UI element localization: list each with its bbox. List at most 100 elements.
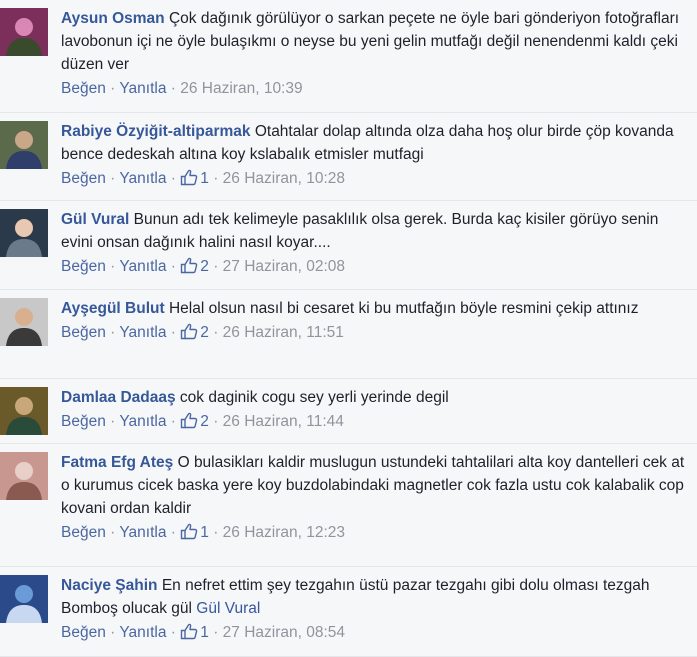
reply-button[interactable]: Yanıtla [119,80,166,97]
like-count[interactable]: 2 [180,323,209,341]
comment-text: Bunun adı tek kelimeyle pasaklılık olsa … [61,211,659,251]
like-count-number: 2 [200,413,209,430]
reply-button[interactable]: Yanıtla [119,624,166,641]
comment-item: Gül Vural Bunun adı tek kelimeyle pasakl… [0,201,697,290]
reply-button[interactable]: Yanıtla [119,413,166,430]
comment-author-link[interactable]: Gül Vural [61,211,129,228]
comment-content: Aysun Osman Çok dağınık görülüyor o sark… [61,7,691,76]
comment-timestamp[interactable]: 26 Haziran, 12:23 [223,524,345,541]
separator-dot: · [213,413,219,430]
comment-content: Fatma Efg Ateş O bulasikları kaldir musl… [61,451,691,520]
separator-dot: · [110,524,116,541]
like-button[interactable]: Beğen [61,258,106,275]
comment-body: Gül Vural Bunun adı tek kelimeyle pasakl… [61,208,691,281]
like-button[interactable]: Beğen [61,624,106,641]
comment-body: Aysun Osman Çok dağınık görülüyor o sark… [61,7,691,100]
comment-author-link[interactable]: Rabiye Özyiğit-altiparmak [61,123,251,140]
avatar[interactable] [0,298,48,346]
avatar[interactable] [0,209,48,257]
comment-body: Rabiye Özyiğit-altiparmak Otahtalar dola… [61,120,691,193]
comment-text: Helal olsun nasıl bi cesaret ki bu mutfa… [168,300,639,317]
separator-dot: · [170,324,176,341]
separator-dot: · [213,258,219,275]
like-count-number: 1 [200,624,209,641]
comment-timestamp[interactable]: 27 Haziran, 08:54 [223,624,345,641]
separator-dot: · [110,624,116,641]
comment-meta: Beğen · Yanıtla · 26 Haziran, 10:39 [61,77,691,100]
thumbs-up-icon [180,257,198,281]
avatar[interactable] [0,121,48,169]
comment-author-link[interactable]: Damlaa Dadaaş [61,389,176,406]
separator-dot: · [213,170,219,187]
comment-body: Fatma Efg Ateş O bulasikları kaldir musl… [61,451,691,547]
like-count[interactable]: 1 [180,623,209,641]
separator-dot: · [170,170,176,187]
comment-meta: Beğen · Yanıtla · 2 · 26 Haziran, 11:51 [61,321,691,347]
comment-meta: Beğen · Yanıtla · 1 · 26 Haziran, 10:28 [61,167,691,193]
thumbs-up-icon [180,623,198,647]
comment-body: Ayşegül Bulut Helal olsun nasıl bi cesar… [61,297,691,347]
comment-body: Damlaa Dadaaş cok daginik cogu sey yerli… [61,386,691,436]
separator-dot: · [213,324,219,341]
like-count[interactable]: 2 [180,412,209,430]
comment-author-link[interactable]: Naciye Şahin [61,577,158,594]
comment-timestamp[interactable]: 26 Haziran, 10:28 [223,170,345,187]
comment-timestamp[interactable]: 26 Haziran, 10:39 [180,80,302,97]
comment-item: Naciye Şahin En nefret ettim şey tezgahı… [0,567,697,657]
reply-button[interactable]: Yanıtla [119,258,166,275]
like-button[interactable]: Beğen [61,413,106,430]
comment-timestamp[interactable]: 26 Haziran, 11:44 [223,413,344,430]
comment-author-link[interactable]: Ayşegül Bulut [61,300,165,317]
comment-meta: Beğen · Yanıtla · 2 · 26 Haziran, 11:44 [61,410,691,436]
separator-dot: · [213,524,219,541]
comment-meta: Beğen · Yanıtla · 1 · 26 Haziran, 12:23 [61,521,691,547]
separator-dot: · [110,170,116,187]
like-button[interactable]: Beğen [61,170,106,187]
comment-content: Naciye Şahin En nefret ettim şey tezgahı… [61,574,691,620]
reply-button[interactable]: Yanıtla [119,524,166,541]
separator-dot: · [170,413,176,430]
comment-author-link[interactable]: Aysun Osman [61,10,165,27]
separator-dot: · [170,624,176,641]
comment-text: cok daginik cogu sey yerli yerinde degil [179,389,449,406]
comment-content: Ayşegül Bulut Helal olsun nasıl bi cesar… [61,297,691,320]
comment-content: Damlaa Dadaaş cok daginik cogu sey yerli… [61,386,691,409]
comment-item: Fatma Efg Ateş O bulasikları kaldir musl… [0,444,697,567]
avatar[interactable] [0,452,48,500]
comment-body: Naciye Şahin En nefret ettim şey tezgahı… [61,574,691,647]
like-count[interactable]: 2 [180,257,209,275]
like-count-number: 1 [200,170,209,187]
like-count-number: 1 [200,524,209,541]
like-button[interactable]: Beğen [61,524,106,541]
comment-item: Rabiye Özyiğit-altiparmak Otahtalar dola… [0,113,697,201]
separator-dot: · [170,524,176,541]
comment-author-link[interactable]: Fatma Efg Ateş [61,454,173,471]
thumbs-up-icon [180,323,198,347]
comment-item: Ayşegül Bulut Helal olsun nasıl bi cesar… [0,290,697,379]
separator-dot: · [170,258,176,275]
like-button[interactable]: Beğen [61,324,106,341]
avatar[interactable] [0,387,48,435]
like-count-number: 2 [200,258,209,275]
like-count[interactable]: 1 [180,169,209,187]
separator-dot: · [213,624,219,641]
avatar[interactable] [0,575,48,623]
separator-dot: · [170,80,176,97]
thumbs-up-icon [180,169,198,193]
separator-dot: · [110,80,116,97]
like-count-number: 2 [200,324,209,341]
comment-content: Gül Vural Bunun adı tek kelimeyle pasakl… [61,208,691,254]
comment-meta: Beğen · Yanıtla · 2 · 27 Haziran, 02:08 [61,255,691,281]
comment-item: Damlaa Dadaaş cok daginik cogu sey yerli… [0,379,697,444]
like-count[interactable]: 1 [180,523,209,541]
comment-timestamp[interactable]: 26 Haziran, 11:51 [223,324,344,341]
thumbs-up-icon [180,412,198,436]
separator-dot: · [110,413,116,430]
separator-dot: · [110,324,116,341]
avatar[interactable] [0,8,48,56]
reply-button[interactable]: Yanıtla [119,170,166,187]
mention-link[interactable]: Gül Vural [196,600,260,617]
comment-timestamp[interactable]: 27 Haziran, 02:08 [223,258,345,275]
like-button[interactable]: Beğen [61,80,106,97]
reply-button[interactable]: Yanıtla [119,324,166,341]
